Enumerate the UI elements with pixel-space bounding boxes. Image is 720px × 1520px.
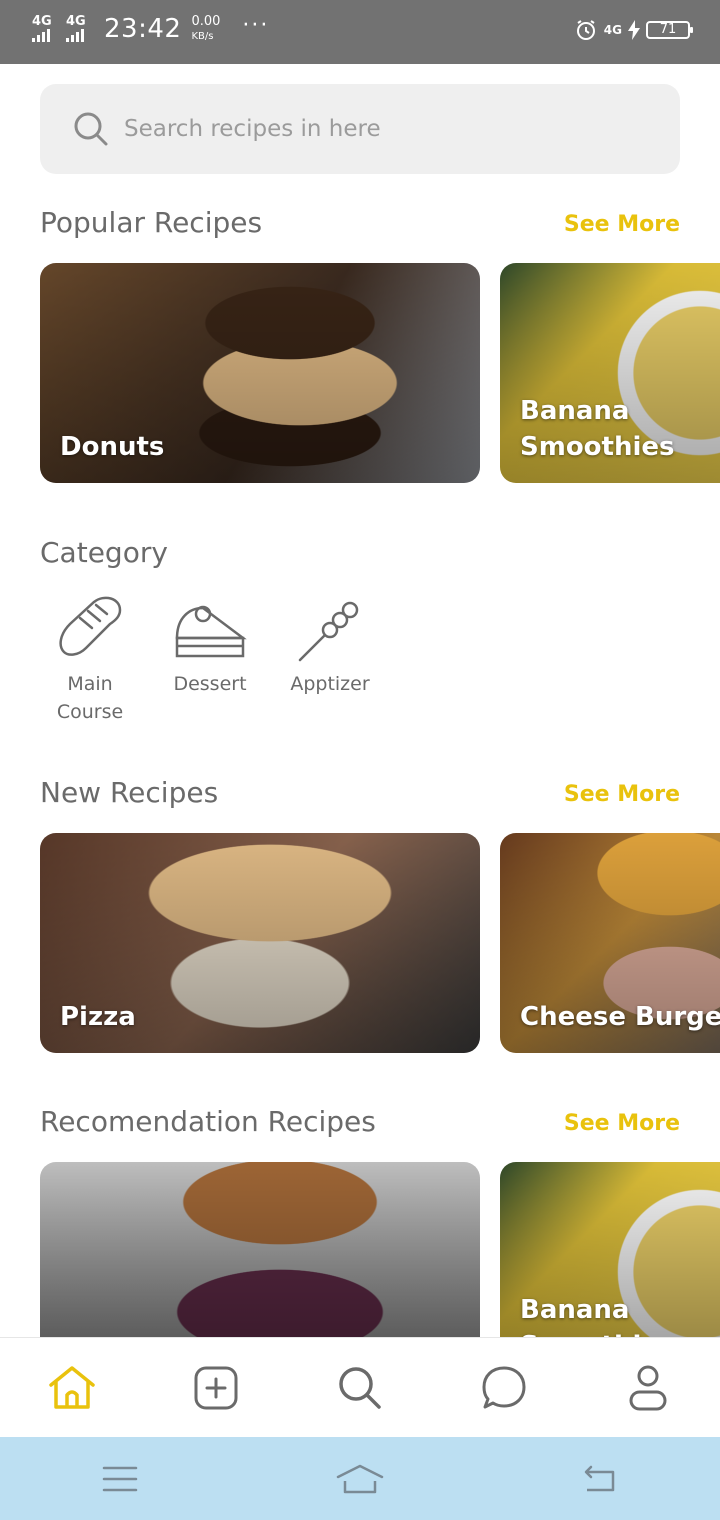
recipe-card-pizza[interactable]: Pizza [40, 833, 480, 1053]
category-label: Dessert [173, 673, 247, 695]
category-main-course[interactable]: Main Course [35, 590, 145, 726]
recipe-card-title: Banana Smoothies [520, 396, 675, 462]
network-speed: 0.00 KB/s [191, 14, 221, 42]
category-label: Main Course [56, 673, 124, 723]
recipe-card-banana-smoothies-recommendation[interactable]: Banana Smoothies [500, 1162, 720, 1337]
profile-icon [629, 1365, 667, 1411]
category-label: Apptizer [290, 673, 370, 695]
system-home-button[interactable] [320, 1449, 400, 1509]
search-input[interactable] [122, 115, 646, 143]
system-navigation-bar [0, 1437, 720, 1520]
menu-icon [102, 1466, 138, 1491]
recommendation-see-more-link[interactable]: See More [564, 1111, 680, 1136]
popular-recipes-title: Popular Recipes [40, 206, 263, 239]
nav-add-recipe-button[interactable] [176, 1348, 256, 1428]
category-dessert[interactable]: Dessert [155, 590, 265, 698]
clock: 23:42 [104, 14, 182, 44]
recipe-card-recommendation-1[interactable] [40, 1162, 480, 1337]
search-icon [339, 1367, 381, 1409]
more-notifications-icon: ··· [242, 12, 270, 38]
nav-home-button[interactable] [32, 1348, 112, 1428]
signal-icon: 4G [64, 14, 94, 44]
bottom-navigation [0, 1337, 720, 1438]
nav-chat-button[interactable] [464, 1348, 544, 1428]
home-outline-icon [336, 1464, 384, 1493]
recipe-card-title: Cheese Burger [520, 1002, 720, 1032]
recipe-card-donuts[interactable]: Donuts [40, 263, 480, 483]
system-back-button[interactable] [560, 1449, 640, 1509]
chat-icon [482, 1366, 526, 1409]
signal-icon: 4G [30, 14, 60, 44]
add-icon [194, 1366, 238, 1410]
skewer-icon [298, 601, 359, 662]
back-icon [584, 1465, 615, 1491]
home-icon [49, 1366, 95, 1409]
recommendation-recipes-title: Recomendation Recipes [40, 1105, 376, 1138]
category-apptizer[interactable]: Apptizer [275, 590, 385, 698]
status-bar: 4G 4G 23:42 0.00 KB/s ··· 4G 71 [0, 0, 720, 64]
recipe-card-title: Banana Smoothies [520, 1295, 675, 1337]
category-title: Category [40, 536, 168, 569]
network-4g-label: 4G [603, 23, 622, 37]
recipe-card-title: Donuts [60, 432, 165, 462]
system-menu-button[interactable] [80, 1449, 160, 1509]
battery-icon: 71 [646, 21, 693, 39]
bread-icon [59, 596, 122, 656]
new-recipes-title: New Recipes [40, 776, 219, 809]
cake-icon [175, 605, 247, 658]
alarm-icon [576, 20, 595, 40]
recipe-card-title: Pizza [60, 1002, 136, 1032]
recipe-card-banana-smoothies[interactable]: Banana Smoothies [500, 263, 720, 483]
recipe-card-cheese-burger[interactable]: Cheese Burger [500, 833, 720, 1053]
new-see-more-link[interactable]: See More [564, 782, 680, 807]
search-bar[interactable] [40, 84, 680, 174]
nav-profile-button[interactable] [608, 1348, 688, 1428]
nav-search-button[interactable] [320, 1348, 400, 1428]
search-icon [74, 112, 108, 146]
charging-icon [628, 20, 640, 40]
popular-see-more-link[interactable]: See More [564, 212, 680, 237]
